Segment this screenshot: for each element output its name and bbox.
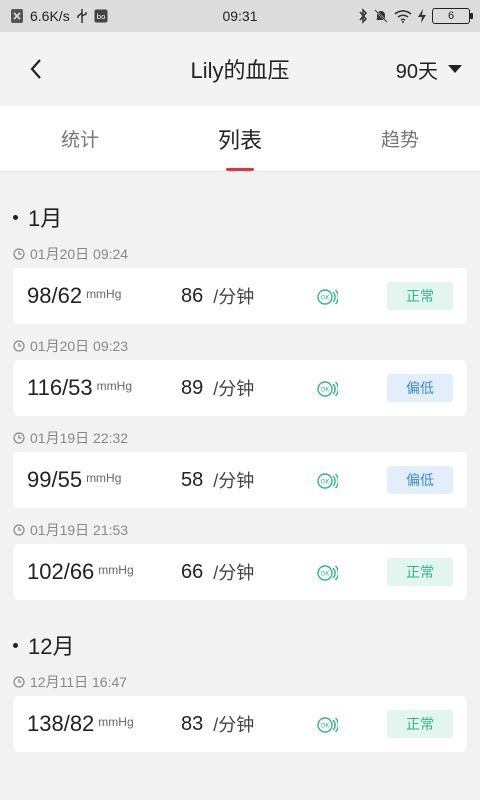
bluetooth-icon: [359, 8, 368, 24]
status-bar: 6.6K/s bo 09:31 6: [0, 0, 480, 32]
pulse-value: 58: [181, 468, 204, 491]
status-badge: 偏低: [387, 466, 453, 494]
svg-text:OK: OK: [321, 571, 331, 578]
usb-icon: [76, 9, 87, 23]
entry-timestamp: 01月19日 21:53: [30, 522, 129, 538]
svg-text:OK: OK: [321, 295, 331, 302]
network-speed: 6.6K/s: [30, 8, 70, 24]
pulse-value: 66: [181, 560, 204, 583]
list-item: 01月20日 09:23 116/53 mmHg 89 /分钟 OK 偏低: [13, 338, 467, 416]
month-header: 1月: [13, 172, 467, 232]
pulse-unit: /分钟: [213, 563, 255, 583]
bp-unit: mmHg: [98, 715, 134, 729]
status-badge: 正常: [387, 710, 453, 738]
no-sim-icon: [11, 9, 23, 23]
month-label: 12月: [28, 634, 75, 659]
bullet-icon: [13, 214, 18, 220]
status-left: 6.6K/s bo: [10, 8, 108, 24]
bp-value: 116/53: [27, 375, 93, 400]
entry-time: 01月20日 09:23: [13, 338, 467, 354]
chevron-left-icon: [30, 59, 41, 79]
pulse: 83 /分钟: [181, 711, 254, 737]
entry-time: 01月19日 22:32: [13, 430, 467, 446]
ok-device-icon: OK: [317, 717, 338, 733]
clock-icon: [13, 340, 25, 352]
clock-icon: [13, 524, 25, 536]
status-badge: 正常: [387, 282, 453, 310]
bp-unit: mmHg: [86, 287, 122, 301]
pulse: 89 /分钟: [181, 375, 254, 401]
notification-app-icon: bo: [94, 9, 108, 23]
range-label: 90天: [395, 60, 438, 83]
pulse-value: 89: [181, 376, 204, 399]
pulse-unit: /分钟: [213, 287, 255, 307]
charging-icon: [418, 9, 426, 23]
record-card[interactable]: 116/53 mmHg 89 /分钟 OK 偏低: [13, 360, 467, 416]
bp-value: 99/55: [27, 467, 83, 492]
svg-text:OK: OK: [321, 387, 331, 394]
pulse-unit: /分钟: [213, 379, 255, 399]
record-card[interactable]: 99/55 mmHg 58 /分钟 OK 偏低: [13, 452, 467, 508]
tab-statistics[interactable]: 统计: [0, 106, 160, 171]
bp-value: 98/62: [27, 283, 83, 308]
entry-timestamp: 01月19日 22:32: [30, 430, 129, 446]
bp-value: 138/82: [27, 711, 95, 736]
status-right: 6: [358, 8, 473, 24]
pulse: 66 /分钟: [181, 559, 254, 585]
record-card[interactable]: 98/62 mmHg 86 /分钟 OK 正常: [13, 268, 467, 324]
svg-text:OK: OK: [321, 479, 331, 486]
tab-bar: 统计 列表 趋势: [0, 106, 480, 172]
entry-time: 01月19日 21:53: [13, 522, 467, 538]
month-header: 12月: [13, 600, 467, 660]
status-badge: 正常: [387, 558, 453, 586]
tab-list[interactable]: 列表: [160, 106, 320, 171]
ok-device-icon: OK: [317, 565, 338, 581]
entry-time: 12月11日 16:47: [13, 674, 467, 690]
svg-text:OK: OK: [321, 723, 331, 730]
battery-icon: 6: [432, 8, 473, 24]
back-button[interactable]: [18, 51, 54, 87]
bullet-icon: [13, 642, 18, 648]
record-card[interactable]: 138/82 mmHg 83 /分钟 OK 正常: [13, 696, 467, 752]
ok-device-icon: OK: [317, 289, 338, 305]
record-list: 1月 01月20日 09:24 98/62 mmHg 86 /分钟 OK 正常 …: [0, 172, 480, 752]
pulse-value: 86: [181, 284, 204, 307]
entry-time: 01月20日 09:24: [13, 246, 467, 262]
month-label: 1月: [28, 206, 63, 231]
wifi-icon: [394, 10, 412, 23]
list-item: 01月20日 09:24 98/62 mmHg 86 /分钟 OK 正常: [13, 246, 467, 324]
clock-icon: [13, 676, 25, 688]
bp-unit: mmHg: [86, 471, 122, 485]
pulse: 58 /分钟: [181, 467, 254, 493]
entry-timestamp: 12月11日 16:47: [30, 674, 128, 690]
nav-bar: Lily的血压 90天: [0, 32, 480, 106]
list-item: 12月11日 16:47 138/82 mmHg 83 /分钟 OK 正常: [13, 674, 467, 752]
list-item: 01月19日 21:53 102/66 mmHg 66 /分钟 OK 正常: [13, 522, 467, 600]
ok-device-icon: OK: [317, 381, 338, 397]
list-item: 01月19日 22:32 99/55 mmHg 58 /分钟 OK 偏低: [13, 430, 467, 508]
clock-icon: [13, 248, 25, 260]
clock-icon: [13, 432, 25, 444]
status-badge: 偏低: [387, 374, 453, 402]
battery-level: 6: [447, 10, 455, 22]
tab-trend[interactable]: 趋势: [320, 106, 480, 171]
bp-unit: mmHg: [98, 563, 134, 577]
pulse: 86 /分钟: [181, 283, 254, 309]
entry-timestamp: 01月20日 09:24: [30, 246, 129, 262]
entry-timestamp: 01月20日 09:23: [30, 338, 129, 354]
pulse-unit: /分钟: [213, 715, 255, 735]
bell-off-icon: [374, 9, 388, 23]
bp-unit: mmHg: [96, 379, 132, 393]
bp-value: 102/66: [27, 559, 95, 584]
pulse-unit: /分钟: [213, 471, 255, 491]
pulse-value: 83: [181, 712, 204, 735]
record-card[interactable]: 102/66 mmHg 66 /分钟 OK 正常: [13, 544, 467, 600]
caret-down-icon: [448, 65, 462, 73]
ok-device-icon: OK: [317, 473, 338, 489]
range-dropdown[interactable]: 90天: [396, 55, 462, 84]
svg-text:bo: bo: [96, 13, 105, 21]
